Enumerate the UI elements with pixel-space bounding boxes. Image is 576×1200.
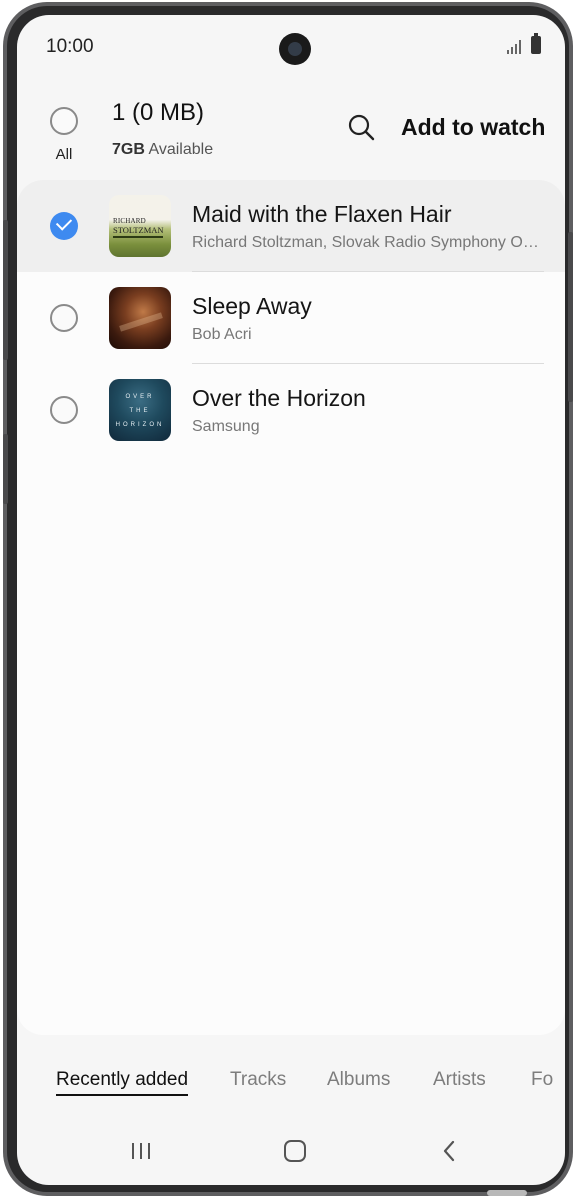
tab-artists[interactable]: Artists xyxy=(433,1069,486,1091)
track-checkbox-checked[interactable] xyxy=(50,212,78,240)
track-artist: Bob Acri xyxy=(192,326,252,343)
signal-icon xyxy=(507,40,521,54)
track-checkbox[interactable] xyxy=(50,396,78,424)
track-title: Over the Horizon xyxy=(192,385,366,411)
album-art-text: STOLTZMAN xyxy=(113,225,164,235)
add-to-watch-button[interactable]: Add to watch xyxy=(401,114,545,141)
track-title: Maid with the Flaxen Hair xyxy=(192,201,452,227)
track-item-sleep-away[interactable]: Sleep Away Bob Acri xyxy=(17,272,565,364)
recent-apps-icon[interactable] xyxy=(126,1139,156,1163)
tab-tracks[interactable]: Tracks xyxy=(230,1069,286,1091)
track-item-over-the-horizon[interactable]: OVER THE HORIZON Over the Horizon Samsun… xyxy=(17,364,565,456)
album-art-text: RICHARD xyxy=(113,217,146,225)
home-icon[interactable] xyxy=(280,1139,310,1163)
selection-header: All 1 (0 MB) 7GB Available Add to watch xyxy=(17,85,565,185)
volume-button xyxy=(3,220,8,360)
select-all-radio[interactable] xyxy=(50,107,78,135)
album-art-text: OVER xyxy=(125,394,155,400)
track-artist: Samsung xyxy=(192,418,260,435)
track-item-maid-with-the-flaxen-hair[interactable]: RICHARD STOLTZMAN Maid with the Flaxen H… xyxy=(17,180,565,272)
right-edge xyxy=(568,232,573,402)
tab-recently-added[interactable]: Recently added xyxy=(56,1069,189,1096)
device-frame: 10:00 All 1 (0 MB) 7GB Available Add to … xyxy=(3,2,573,1196)
storage-available: 7GB Available xyxy=(112,141,213,159)
search-icon[interactable] xyxy=(345,111,379,145)
front-camera xyxy=(279,33,311,65)
album-art: RICHARD STOLTZMAN xyxy=(109,195,171,257)
track-list: RICHARD STOLTZMAN Maid with the Flaxen H… xyxy=(17,180,565,1035)
tab-folders[interactable]: Fo xyxy=(531,1069,553,1091)
storage-size: 7GB xyxy=(112,141,145,158)
status-time: 10:00 xyxy=(46,36,94,57)
album-art: OVER THE HORIZON xyxy=(109,379,171,441)
status-bar: 10:00 xyxy=(17,15,565,73)
side-key xyxy=(3,434,8,504)
select-all-label: All xyxy=(55,146,73,163)
tab-albums[interactable]: Albums xyxy=(327,1069,390,1091)
album-art xyxy=(109,287,171,349)
track-artist: Richard Stoltzman, Slovak Radio Symphony… xyxy=(192,234,542,251)
check-icon xyxy=(55,214,73,231)
category-tabs: Recently added Tracks Albums Artists Fo xyxy=(17,1063,565,1103)
s-pen-tip xyxy=(487,1190,527,1196)
back-icon[interactable] xyxy=(435,1139,465,1163)
battery-icon xyxy=(531,33,541,54)
select-all[interactable]: All xyxy=(47,107,81,163)
album-art-text: HORIZON xyxy=(115,422,165,428)
track-title: Sleep Away xyxy=(192,293,312,319)
storage-suffix: Available xyxy=(148,141,214,158)
screen: 10:00 All 1 (0 MB) 7GB Available Add to … xyxy=(17,15,565,1185)
album-art-text: THE xyxy=(129,408,151,414)
navigation-bar xyxy=(17,1125,565,1175)
selection-count: 1 (0 MB) xyxy=(112,99,205,126)
track-checkbox[interactable] xyxy=(50,304,78,332)
